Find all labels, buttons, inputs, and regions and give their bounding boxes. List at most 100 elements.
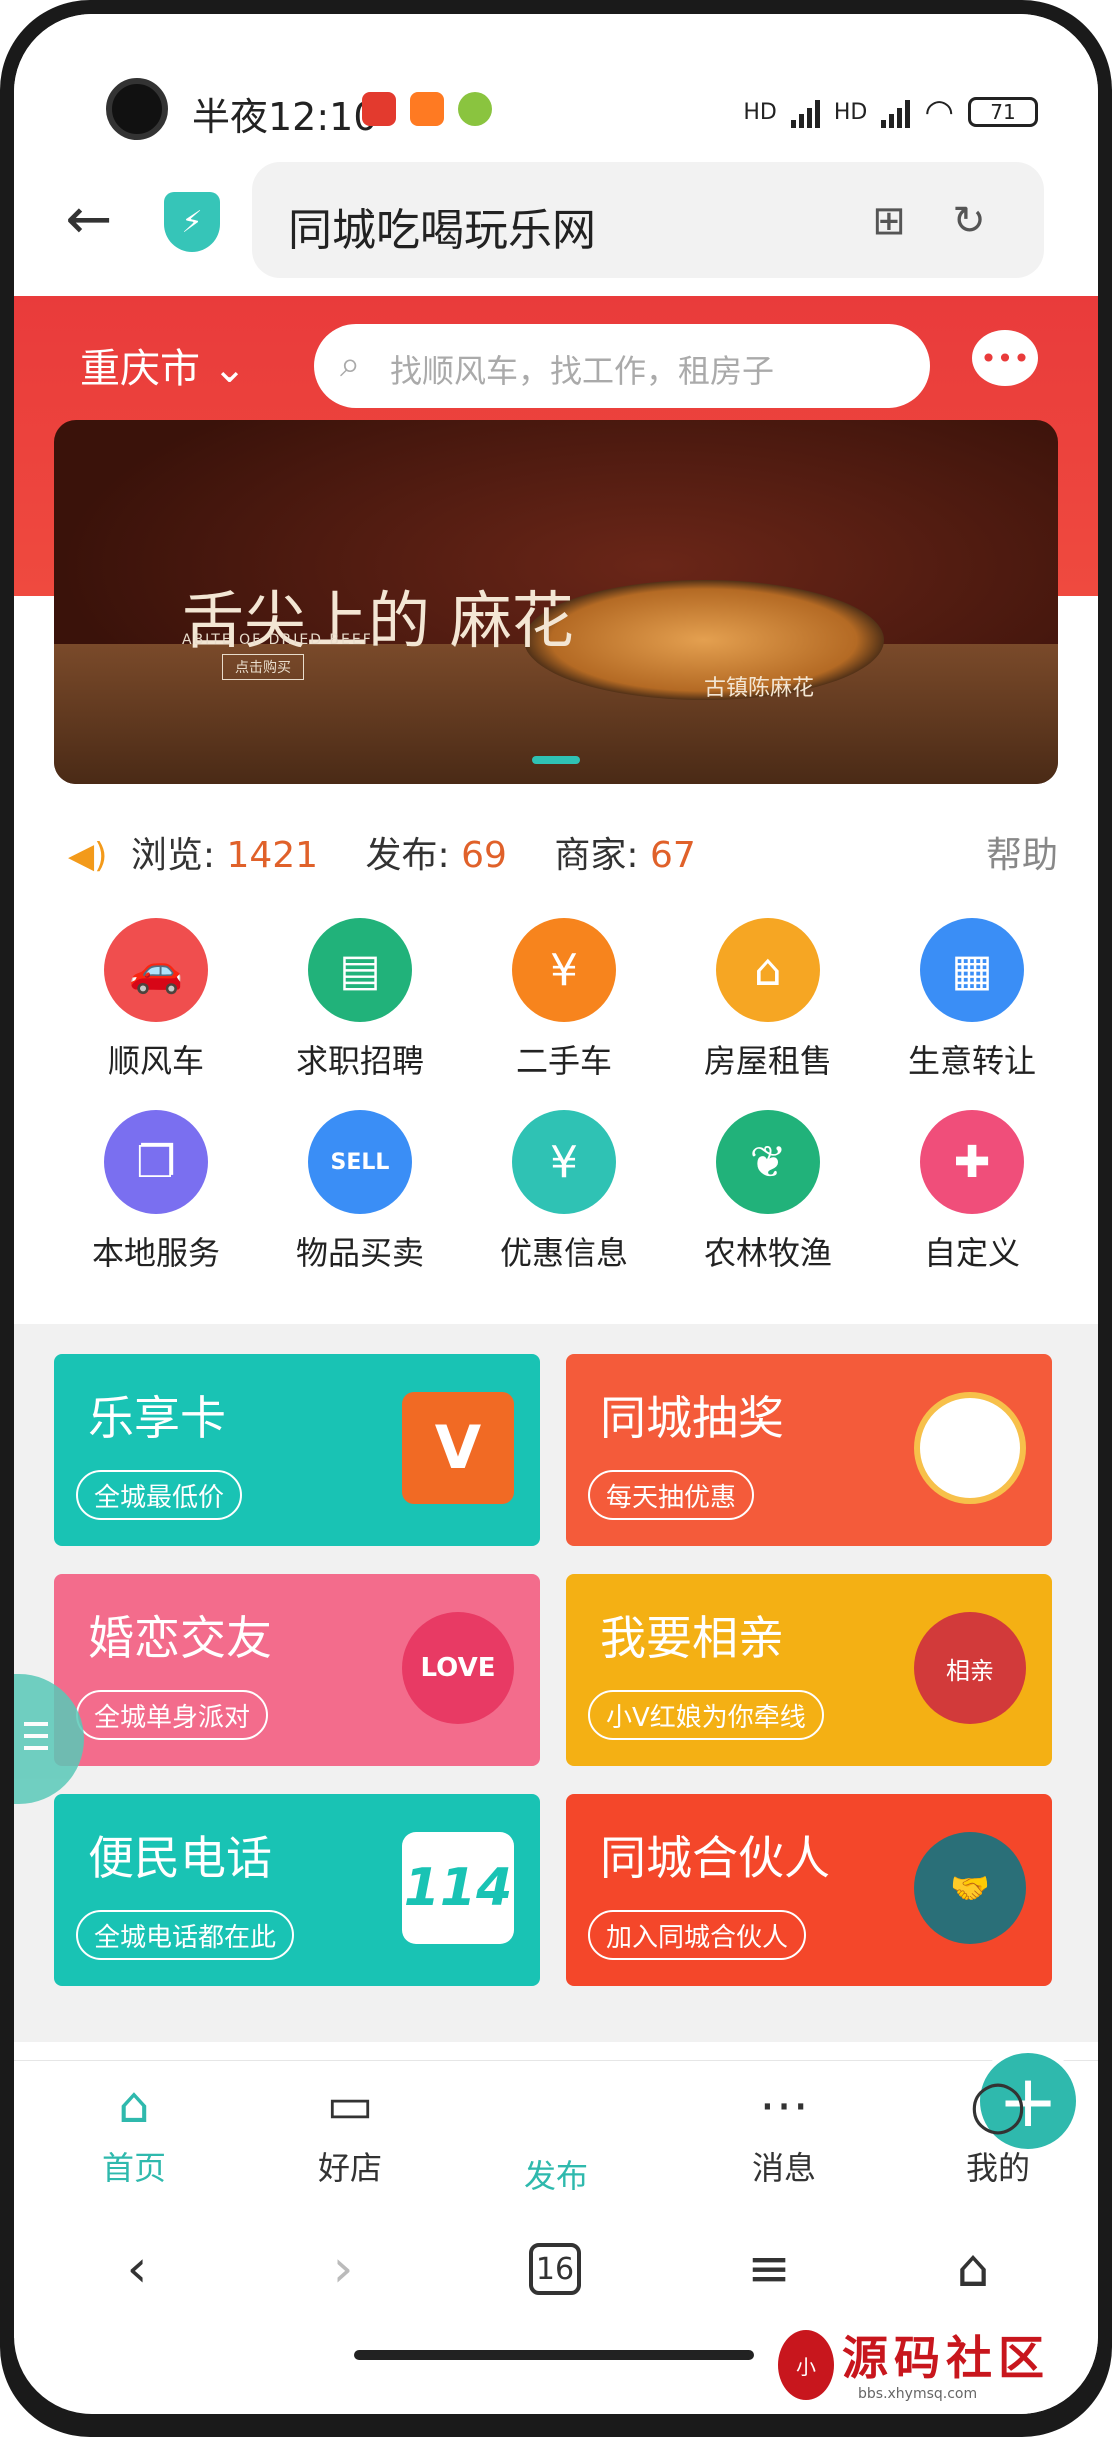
category-label: 二手车	[515, 1042, 612, 1080]
category-label: 生意转让	[907, 1042, 1036, 1080]
search-placeholder: 找顺风车，找工作，租房子	[390, 352, 775, 390]
banner-buy-button[interactable]: 点击购买	[222, 654, 304, 680]
tab-label: 发布	[523, 2157, 588, 2195]
love-icon: LOVE	[402, 1612, 514, 1724]
card-title: 我要相亲	[600, 1611, 784, 1665]
category-label: 自定义	[923, 1234, 1020, 1272]
signal-icon-2	[881, 96, 911, 128]
watermark-url: bbs.xhymsq.com	[858, 2386, 978, 2402]
home-indicator[interactable]	[354, 2350, 754, 2360]
views-label: 浏览:	[130, 835, 216, 876]
bottom-tabbar: ⌂ 首页 ▭ 好店 + 发布 ⋯ 消息 ◯ 我的	[14, 2047, 1098, 2197]
tab-label: 消息	[751, 2149, 816, 2187]
search-input[interactable]: ⌕ 找顺风车，找工作，租房子	[314, 324, 930, 408]
tab-count: 16	[529, 2243, 581, 2295]
posts-label: 发布:	[365, 835, 450, 876]
promo-banner[interactable]: 舌尖上的 麻花 ABITE OF DRIED BEEF 点击购买 古镇陈麻花	[54, 420, 1058, 784]
help-link[interactable]: 帮助	[986, 826, 1058, 878]
wifi-icon: ◠	[924, 92, 954, 132]
category-label: 本地服务	[91, 1234, 220, 1272]
phone-114-icon: 114	[402, 1832, 514, 1944]
browser-address-bar: ← ⚡ 同城吃喝玩乐网 ⊞ ↻	[14, 144, 1098, 294]
category-label: 物品买卖	[295, 1234, 424, 1272]
tab-home[interactable]: ⌂ 首页	[64, 2075, 204, 2189]
merchants-label: 商家:	[554, 835, 639, 876]
lottery-card[interactable]: 同城抽奖 每天抽优惠	[566, 1354, 1052, 1546]
lexiang-card[interactable]: 乐享卡 全城最低价 V	[54, 1354, 540, 1546]
watermark-seal-icon: 小	[778, 2330, 834, 2400]
category-business-transfer[interactable]: ▦ 生意转让	[870, 918, 1074, 1082]
misc-app-icon	[458, 92, 492, 126]
category-label: 顺风车	[107, 1042, 204, 1080]
bookmark-add-icon[interactable]: ⊞	[864, 196, 914, 246]
browser-forward-icon[interactable]: ›	[308, 2234, 378, 2304]
category-jobs[interactable]: ▤ 求职招聘	[258, 918, 462, 1082]
status-time: 半夜12:10	[192, 95, 378, 139]
tab-label: 我的	[965, 2149, 1030, 2187]
views-count: 1421	[226, 835, 319, 876]
lottery-wheel-icon	[914, 1392, 1026, 1504]
back-button[interactable]: ←	[54, 184, 124, 254]
custom-icon: ✚	[920, 1110, 1024, 1214]
signal-icon	[790, 96, 820, 128]
status-bar: 半夜12:10 HD HD ◠ 71	[14, 14, 1098, 144]
refresh-icon[interactable]: ↻	[944, 196, 994, 246]
user-icon: ◯	[970, 2076, 1026, 2134]
browser-menu-icon[interactable]: ≡	[734, 2234, 804, 2304]
card-title: 婚恋交友	[88, 1611, 272, 1665]
category-label: 房屋租售	[703, 1042, 832, 1080]
category-housing[interactable]: ⌂ 房屋租售	[666, 918, 870, 1082]
card-title: 乐享卡	[88, 1391, 226, 1445]
kandian-app-icon	[362, 92, 396, 126]
id-card-icon: ▤	[308, 918, 412, 1022]
category-deals[interactable]: ¥ 优惠信息	[462, 1110, 666, 1274]
card-pill: 全城单身派对	[76, 1690, 269, 1740]
card-pill: 每天抽优惠	[588, 1470, 755, 1520]
posts-count: 69	[461, 835, 507, 876]
menu-icon	[24, 1722, 48, 1726]
phonebook-card[interactable]: 便民电话 全城电话都在此 114	[54, 1794, 540, 1986]
front-camera	[106, 78, 168, 140]
message-icon: ⋯	[759, 2076, 809, 2134]
tab-label: 好店	[317, 2149, 382, 2187]
car-icon: 🚗	[104, 918, 208, 1022]
card-title: 便民电话	[88, 1831, 272, 1885]
category-label: 农林牧渔	[703, 1234, 832, 1272]
tab-mine[interactable]: ◯ 我的	[928, 2075, 1068, 2189]
taobao-app-icon	[410, 92, 444, 126]
city-selector[interactable]: 重庆市 ⌄	[80, 336, 246, 394]
browser-home-icon[interactable]: ⌂	[938, 2234, 1008, 2304]
speaker-icon: ◀)	[68, 836, 108, 876]
category-used-cars[interactable]: ¥ 二手车	[462, 918, 666, 1082]
tab-messages[interactable]: ⋯ 消息	[714, 2075, 854, 2189]
dating-card[interactable]: 婚恋交友 全城单身派对 LOVE	[54, 1574, 540, 1766]
shop-icon: ▭	[326, 2076, 374, 2134]
category-buy-sell[interactable]: SELL 物品买卖	[258, 1110, 462, 1274]
chat-icon[interactable]: •••	[972, 330, 1038, 386]
matchmaking-card[interactable]: 我要相亲 小V红娘为你牵线 相亲	[566, 1574, 1052, 1766]
category-custom[interactable]: ✚ 自定义	[870, 1110, 1074, 1274]
category-label: 求职招聘	[295, 1042, 424, 1080]
category-local-services[interactable]: ❐ 本地服务	[54, 1110, 258, 1274]
url-box[interactable]: 同城吃喝玩乐网 ⊞ ↻	[252, 162, 1044, 278]
hd-label-2: HD	[833, 99, 868, 125]
category-agriculture[interactable]: ❦ 农林牧渔	[666, 1110, 870, 1274]
partner-card[interactable]: 同城合伙人 加入同城合伙人 🤝	[566, 1794, 1052, 1986]
screen: 半夜12:10 HD HD ◠ 71 ← ⚡ 同城吃喝玩乐网 ⊞ ↻ 重庆市 ⌄…	[14, 14, 1098, 2414]
tab-publish[interactable]: + 发布	[486, 2047, 1082, 2197]
banner-subtitle: ABITE OF DRIED BEEF	[182, 632, 373, 648]
hd-label: HD	[743, 99, 777, 125]
category-label: 优惠信息	[499, 1234, 628, 1272]
tag-icon: SELL	[308, 1110, 412, 1214]
banner-product-name: 古镇陈麻花	[704, 676, 815, 701]
status-indicators: HD HD ◠ 71	[743, 92, 1038, 132]
tab-switcher-icon[interactable]: 16	[520, 2234, 590, 2304]
security-shield-icon[interactable]: ⚡	[164, 192, 220, 252]
tab-shops[interactable]: ▭ 好店	[280, 2075, 420, 2189]
store-icon: ▦	[920, 918, 1024, 1022]
battery-icon: 71	[968, 97, 1038, 127]
copy-icon: ❐	[104, 1110, 208, 1214]
category-rideshare[interactable]: 🚗 顺风车	[54, 918, 258, 1082]
browser-back-icon[interactable]: ‹	[102, 2234, 172, 2304]
tab-label: 首页	[101, 2149, 166, 2187]
